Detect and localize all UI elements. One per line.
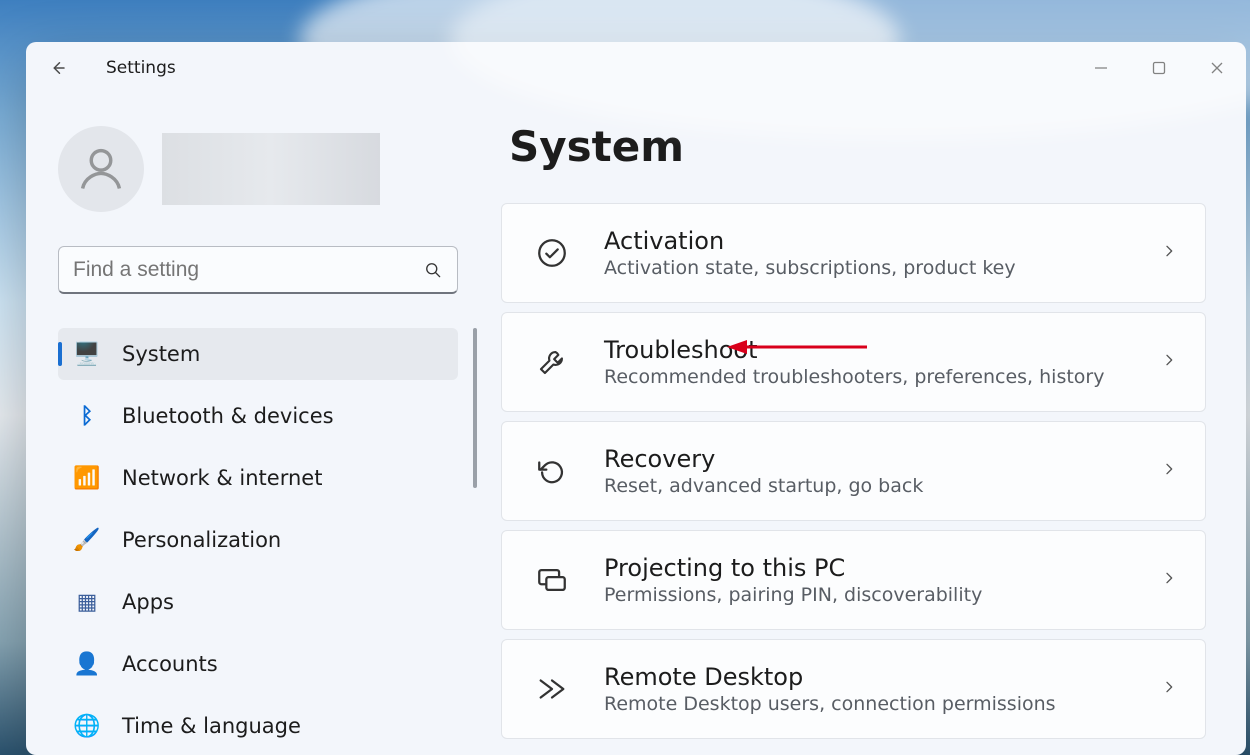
title-bar: Settings [26, 42, 1246, 94]
sidebar-item-system[interactable]: 🖥️ System [58, 328, 458, 380]
profile-info-redacted [162, 133, 380, 205]
page-title: System [509, 122, 1206, 171]
recovery-icon [532, 451, 572, 491]
chevron-right-icon [1161, 352, 1177, 372]
sidebar-item-label: Apps [122, 590, 174, 614]
card-subtitle: Recommended troubleshooters, preferences… [604, 366, 1104, 388]
settings-window: Settings [26, 42, 1246, 755]
sidebar-item-label: Accounts [122, 652, 218, 676]
globe-icon: 🌐 [74, 713, 100, 739]
sidebar-item-time-language[interactable]: 🌐 Time & language [58, 700, 458, 752]
card-remote-desktop[interactable]: Remote Desktop Remote Desktop users, con… [501, 639, 1206, 739]
search-box[interactable] [58, 246, 458, 294]
sidebar-item-label: Network & internet [122, 466, 322, 490]
wrench-icon [532, 342, 572, 382]
bluetooth-icon: ᛒ [74, 403, 100, 429]
remote-desktop-icon [532, 669, 572, 709]
check-circle-icon [532, 233, 572, 273]
card-subtitle: Remote Desktop users, connection permiss… [604, 693, 1056, 715]
card-title: Activation [604, 227, 1016, 255]
chevron-right-icon [1161, 679, 1177, 699]
card-projecting[interactable]: Projecting to this PC Permissions, pairi… [501, 530, 1206, 630]
user-icon [75, 143, 127, 195]
profile-block[interactable] [58, 126, 481, 212]
window-controls [1072, 42, 1246, 94]
accounts-icon: 👤 [74, 651, 100, 677]
card-recovery[interactable]: Recovery Reset, advanced startup, go bac… [501, 421, 1206, 521]
settings-list: Activation Activation state, subscriptio… [501, 203, 1206, 739]
avatar [58, 126, 144, 212]
window-title: Settings [106, 58, 176, 78]
back-arrow-icon [49, 59, 67, 77]
back-button[interactable] [40, 50, 76, 86]
projecting-icon [532, 560, 572, 600]
card-troubleshoot[interactable]: Troubleshoot Recommended troubleshooters… [501, 312, 1206, 412]
maximize-icon [1152, 61, 1166, 75]
card-subtitle: Activation state, subscriptions, product… [604, 257, 1016, 279]
card-subtitle: Reset, advanced startup, go back [604, 475, 923, 497]
chevron-right-icon [1161, 243, 1177, 263]
chevron-right-icon [1161, 461, 1177, 481]
sidebar-item-label: Time & language [122, 714, 301, 738]
sidebar-item-personalization[interactable]: 🖌️ Personalization [58, 514, 458, 566]
sidebar-item-label: Bluetooth & devices [122, 404, 334, 428]
sidebar-scrollbar[interactable] [473, 328, 477, 488]
card-title: Troubleshoot [604, 336, 1104, 364]
sidebar: 🖥️ System ᛒ Bluetooth & devices 📶 Networ… [26, 94, 501, 755]
sidebar-item-label: System [122, 342, 200, 366]
sidebar-item-bluetooth[interactable]: ᛒ Bluetooth & devices [58, 390, 458, 442]
brush-icon: 🖌️ [74, 527, 100, 553]
maximize-button[interactable] [1130, 42, 1188, 94]
sidebar-item-label: Personalization [122, 528, 281, 552]
card-title: Recovery [604, 445, 923, 473]
minimize-icon [1094, 61, 1108, 75]
card-title: Remote Desktop [604, 663, 1056, 691]
card-activation[interactable]: Activation Activation state, subscriptio… [501, 203, 1206, 303]
chevron-right-icon [1161, 570, 1177, 590]
card-subtitle: Permissions, pairing PIN, discoverabilit… [604, 584, 982, 606]
minimize-button[interactable] [1072, 42, 1130, 94]
sidebar-item-accounts[interactable]: 👤 Accounts [58, 638, 458, 690]
system-icon: 🖥️ [74, 341, 100, 367]
sidebar-item-apps[interactable]: ▦ Apps [58, 576, 458, 628]
search-input[interactable] [73, 258, 423, 282]
card-title: Projecting to this PC [604, 554, 982, 582]
search-icon [423, 260, 443, 280]
main-content: System Activation Activation state, subs… [501, 94, 1246, 755]
sidebar-nav: 🖥️ System ᛒ Bluetooth & devices 📶 Networ… [58, 328, 481, 752]
wifi-icon: 📶 [74, 465, 100, 491]
apps-icon: ▦ [74, 589, 100, 615]
sidebar-item-network[interactable]: 📶 Network & internet [58, 452, 458, 504]
close-icon [1210, 61, 1224, 75]
close-button[interactable] [1188, 42, 1246, 94]
